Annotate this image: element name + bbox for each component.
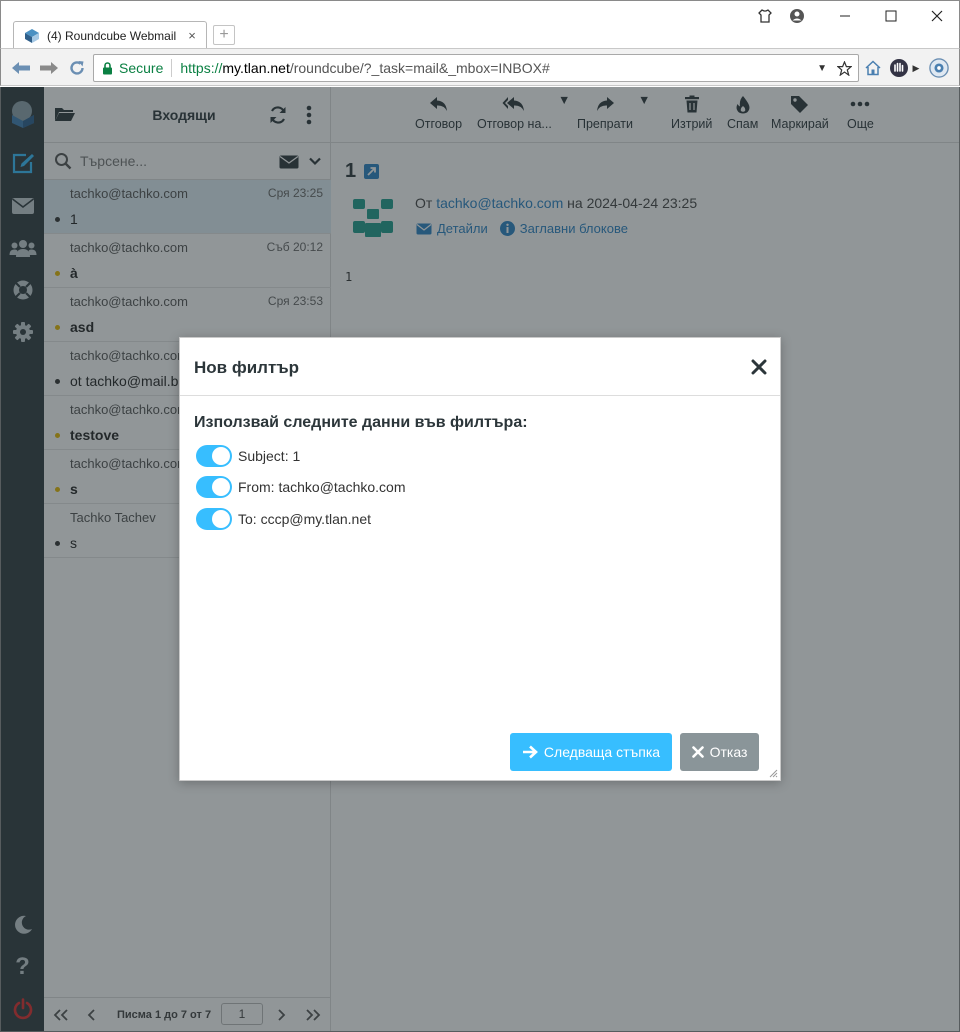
tab-title: (4) Roundcube Webmail [47, 28, 177, 43]
filter-option-from: From: tachko@tachko.com [196, 475, 406, 499]
next-step-label: Следваща стъпка [543, 744, 661, 760]
extension-globe-icon[interactable] [929, 58, 949, 78]
to-toggle[interactable] [196, 508, 232, 530]
from-toggle[interactable] [196, 476, 232, 498]
extensions-arrow-icon[interactable]: ▶ [911, 58, 921, 78]
dialog-title: Нов филтър [194, 358, 300, 377]
new-tab-button[interactable]: + [213, 25, 235, 45]
minimize-icon[interactable] [831, 5, 859, 27]
lock-icon [103, 61, 112, 74]
filter-option-label: From: tachko@tachko.com [238, 479, 406, 495]
address-separator [171, 59, 173, 77]
close-icon[interactable] [750, 358, 768, 376]
account-icon[interactable] [783, 5, 811, 27]
filter-option-subject: Subject: 1 [196, 444, 300, 468]
back-arrow-icon[interactable] [11, 58, 31, 78]
browser-titlebar: (4) Roundcube Webmail × + [0, 0, 960, 49]
bookmark-star-icon[interactable] [837, 60, 852, 76]
dropdown-caret-icon[interactable]: ▼ [817, 63, 827, 74]
cancel-button[interactable]: Отказ [680, 733, 759, 771]
filter-option-to: To: cccp@my.tlan.net [196, 507, 371, 531]
secure-label: Secure [119, 60, 164, 76]
arrow-right-icon [522, 745, 538, 759]
filter-option-label: To: cccp@my.tlan.net [238, 511, 371, 527]
home-icon[interactable] [863, 58, 883, 78]
maximize-icon[interactable] [877, 5, 905, 27]
forward-arrow-icon[interactable] [39, 58, 59, 78]
cancel-label: Отказ [709, 744, 748, 760]
profile-shirt-icon[interactable] [751, 5, 779, 27]
close-window-icon[interactable] [923, 5, 951, 27]
url-host: my.tlan.net [222, 60, 290, 76]
address-bar[interactable]: Secure https:// my.tlan.net /roundcube/?… [93, 54, 859, 82]
close-x-icon [691, 746, 704, 758]
dialog-header: Нов филтър [180, 338, 780, 396]
browser-toolbar: Secure https:// my.tlan.net /roundcube/?… [0, 48, 960, 86]
new-filter-dialog: Нов филтър Използвай следните данни във … [179, 337, 781, 781]
url-path: /roundcube/?_task=mail&_mbox=INBOX# [289, 60, 550, 76]
next-step-button[interactable]: Следваща стъпка [510, 733, 672, 771]
roundcube-favicon [25, 28, 39, 43]
subject-toggle[interactable] [196, 445, 232, 467]
extension-hand-icon[interactable] [889, 58, 909, 78]
filter-option-label: Subject: 1 [238, 448, 301, 464]
resize-grip-icon[interactable] [768, 768, 778, 778]
filter-data-label: Използвай следните данни във филтъра: [194, 414, 528, 431]
tab-close-icon[interactable]: × [184, 28, 200, 43]
browser-tab[interactable]: (4) Roundcube Webmail × [13, 21, 207, 49]
reload-icon[interactable] [67, 58, 87, 78]
url-scheme: https:// [180, 60, 223, 76]
